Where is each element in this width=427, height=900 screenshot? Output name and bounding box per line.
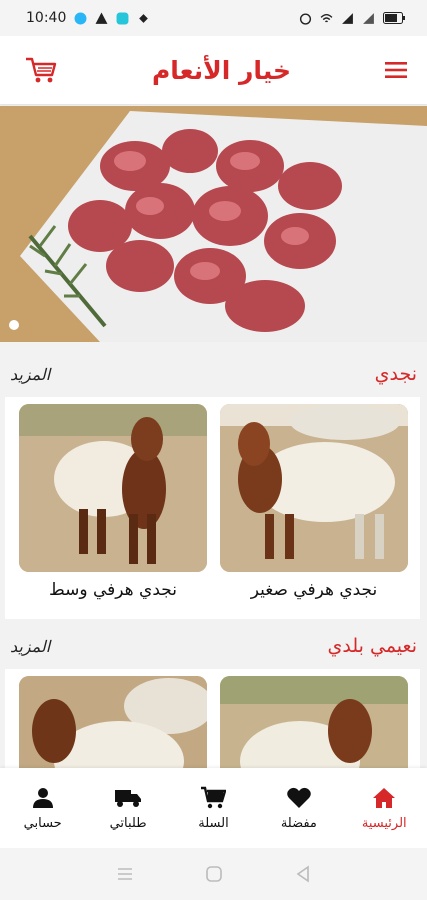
nav-orders[interactable]: طلباتي — [88, 786, 168, 831]
nav-account[interactable]: حسابي — [3, 786, 83, 831]
nav-label: الرئيسية — [361, 815, 407, 831]
status-bar: 10:40 — [0, 0, 427, 36]
battery-icon — [383, 12, 405, 24]
home-icon — [373, 787, 396, 808]
alarm-icon — [299, 12, 312, 25]
home-button-icon[interactable] — [205, 865, 223, 883]
wifi-icon — [320, 13, 333, 22]
cart-icon[interactable] — [24, 55, 58, 85]
signal-icon-2 — [363, 12, 374, 24]
menu-icon[interactable] — [384, 61, 407, 79]
product-card[interactable]: نجدي هرفي وسط — [19, 404, 207, 600]
nav-cart[interactable]: السلة — [173, 786, 253, 831]
warning-icon — [95, 12, 108, 24]
nav-home[interactable]: الرئيسية — [344, 786, 424, 831]
carousel-indicator[interactable] — [9, 320, 19, 330]
status-right — [299, 12, 405, 25]
section-header: المزيد نعيمي بلدي — [0, 626, 427, 666]
bottom-nav: حسابي طلباتي السلة مفضلة الرئيسية — [0, 768, 427, 848]
product-card[interactable] — [19, 676, 207, 768]
banner-image — [0, 106, 427, 342]
notification-icon — [74, 12, 87, 24]
more-link[interactable]: المزيد — [10, 637, 50, 656]
section-title: نجدي — [374, 363, 417, 385]
nav-label: مفضلة — [280, 815, 317, 831]
product-card[interactable] — [220, 676, 408, 768]
nav-label: حسابي — [23, 815, 62, 831]
truck-icon — [115, 789, 142, 807]
more-link[interactable]: المزيد — [10, 365, 50, 384]
section-title: نعيمي بلدي — [327, 635, 417, 657]
product-row: نجدي هرفي صغير نجدي هرفي وسط — [5, 397, 420, 619]
product-image — [220, 676, 408, 768]
product-image — [220, 404, 408, 572]
section-header: المزيد نجدي — [0, 354, 427, 394]
back-icon[interactable] — [294, 865, 312, 883]
product-name: نجدي هرفي صغير — [250, 580, 378, 600]
cart-icon — [201, 786, 227, 808]
status-left: 10:40 — [26, 10, 150, 26]
recent-apps-icon[interactable] — [116, 866, 134, 882]
product-card[interactable]: نجدي هرفي صغير — [220, 404, 408, 600]
heart-icon — [287, 787, 311, 808]
product-image — [19, 404, 207, 572]
user-icon — [32, 787, 53, 808]
chat-icon — [116, 12, 129, 24]
nav-favorites[interactable]: مفضلة — [259, 786, 339, 831]
status-time: 10:40 — [26, 10, 67, 26]
app-bar: خيار الأنعام — [0, 36, 427, 104]
system-nav-bar — [0, 848, 427, 900]
nav-label: طلباتي — [109, 815, 147, 831]
signal-icon — [342, 12, 353, 24]
banner-carousel[interactable] — [0, 106, 427, 342]
product-row — [5, 669, 420, 768]
data-icon — [139, 13, 149, 23]
product-name: نجدي هرفي وسط — [49, 580, 177, 600]
app-title: خيار الأنعام — [151, 55, 292, 85]
nav-label: السلة — [198, 815, 229, 831]
product-image — [19, 676, 207, 768]
